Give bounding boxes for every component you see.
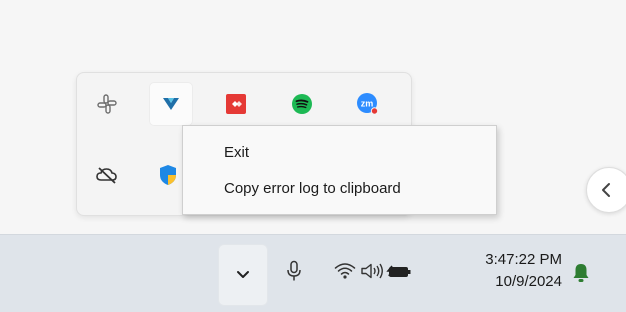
tray-icon-zoom[interactable]: zm	[345, 82, 389, 126]
bell-icon	[573, 264, 589, 282]
notification-button[interactable]	[567, 259, 595, 287]
tray-icon-vpn-app[interactable]	[149, 82, 193, 126]
tray-icon-anydesk[interactable]	[214, 82, 258, 126]
volume-button[interactable]	[358, 257, 386, 285]
battery-charging-icon	[386, 265, 411, 277]
chevron-down-icon	[237, 271, 249, 278]
anydesk-icon	[226, 94, 246, 114]
speaker-icon	[361, 263, 383, 279]
svg-text:zm: zm	[361, 99, 374, 109]
chevron-left-icon	[602, 183, 610, 197]
menu-item-exit-label: Exit	[224, 144, 250, 161]
menu-item-copy-error-log-label: Copy error log to clipboard	[224, 180, 401, 197]
menu-item-copy-error-log[interactable]: Copy error log to clipboard	[184, 173, 495, 205]
microphone-icon	[287, 260, 301, 281]
network-button[interactable]	[331, 257, 359, 285]
clock-time: 3:47:22 PM	[485, 251, 562, 268]
tray-icon-spotify[interactable]	[280, 82, 324, 126]
expand-panel-button[interactable]	[586, 167, 626, 213]
zoom-icon: zm	[357, 93, 379, 115]
taskbar-clock[interactable]: 3:47:22 PM 10/9/2024	[452, 249, 562, 293]
tray-icon-onedrive-offline[interactable]	[85, 153, 129, 197]
show-hidden-icons-button[interactable]	[218, 244, 268, 306]
taskbar: 3:47:22 PM 10/9/2024	[0, 234, 626, 312]
onedrive-offline-icon	[96, 167, 117, 184]
defender-icon	[160, 165, 176, 185]
tray-icon-slack[interactable]	[85, 82, 129, 126]
battery-button[interactable]	[385, 257, 413, 285]
wifi-icon	[334, 263, 356, 279]
clock-date: 10/9/2024	[495, 273, 562, 290]
spotify-icon	[292, 94, 312, 114]
menu-item-exit[interactable]: Exit	[184, 137, 495, 169]
microphone-button[interactable]	[280, 257, 308, 285]
vpn-app-icon	[163, 98, 179, 110]
slack-icon	[97, 94, 117, 114]
tray-context-menu: Exit Copy error log to clipboard	[182, 125, 497, 215]
